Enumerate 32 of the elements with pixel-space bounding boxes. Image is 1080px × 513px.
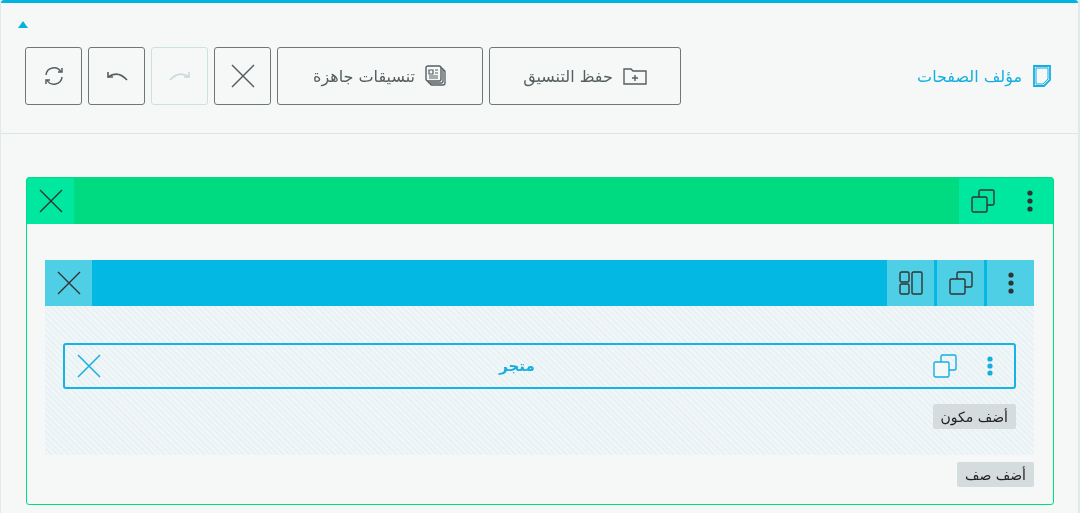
add-row-button[interactable]: أضف صف [956, 462, 1034, 487]
duplicate-icon [970, 189, 995, 213]
more-vertical-icon [1026, 190, 1033, 212]
section-duplicate-button[interactable] [959, 178, 1006, 224]
folder-plus-icon [622, 67, 647, 85]
close-icon [56, 271, 81, 295]
undo-button[interactable] [88, 47, 145, 105]
presets-button[interactable]: تنسيقات جاهزة [277, 47, 483, 105]
duplicate-icon [948, 271, 973, 295]
add-module-button[interactable]: أضف مكون [932, 404, 1016, 429]
collapse-triangle-icon[interactable] [18, 21, 28, 28]
columns-layout-icon [898, 271, 923, 295]
documents-icon [424, 65, 447, 87]
close-icon [38, 189, 63, 213]
close-icon [230, 64, 255, 88]
page-icon [1032, 64, 1052, 88]
row-menu-button[interactable] [987, 260, 1034, 306]
row-close-button[interactable] [45, 260, 92, 306]
builder-title: مؤلف الصفحات [917, 66, 1022, 86]
row-duplicate-button[interactable] [937, 260, 984, 306]
section-menu-button[interactable] [1006, 178, 1053, 224]
section-close-button[interactable] [27, 178, 74, 224]
close-icon[interactable] [77, 354, 101, 378]
undo-arrow-icon [105, 70, 128, 82]
module-title: متجر [497, 357, 536, 375]
row-columns-button[interactable] [887, 260, 934, 306]
clear-button[interactable] [214, 47, 271, 105]
save-button[interactable]: حفظ التنسيق [489, 47, 681, 105]
more-vertical-icon[interactable] [987, 356, 993, 376]
refresh-button[interactable] [25, 47, 82, 105]
redo-arrow-icon [168, 70, 191, 82]
more-vertical-icon [1007, 272, 1014, 294]
